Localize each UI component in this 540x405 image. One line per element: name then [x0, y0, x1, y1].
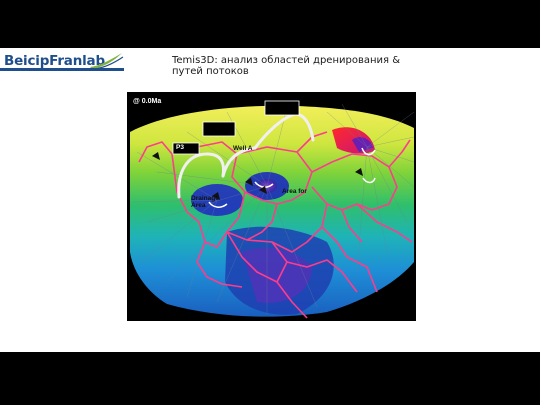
top-black-bar [0, 0, 540, 48]
well-a-label: Well A [233, 145, 253, 152]
p3-label: P3 [176, 144, 184, 151]
logo-underline [0, 68, 124, 71]
drainage-area-label: Drainage Area [191, 195, 219, 209]
bottom-black-bar [0, 352, 540, 405]
slide-title: Temis3D: анализ областей дренирования & … [172, 55, 401, 77]
time-label: @ 0.0Ma [133, 98, 162, 105]
area-for-label: Area for [282, 188, 307, 195]
basin-3d-map [130, 100, 415, 319]
basin-model-figure: @ 0.0Ma Well A P3 Drainage Area Area for [127, 92, 416, 321]
